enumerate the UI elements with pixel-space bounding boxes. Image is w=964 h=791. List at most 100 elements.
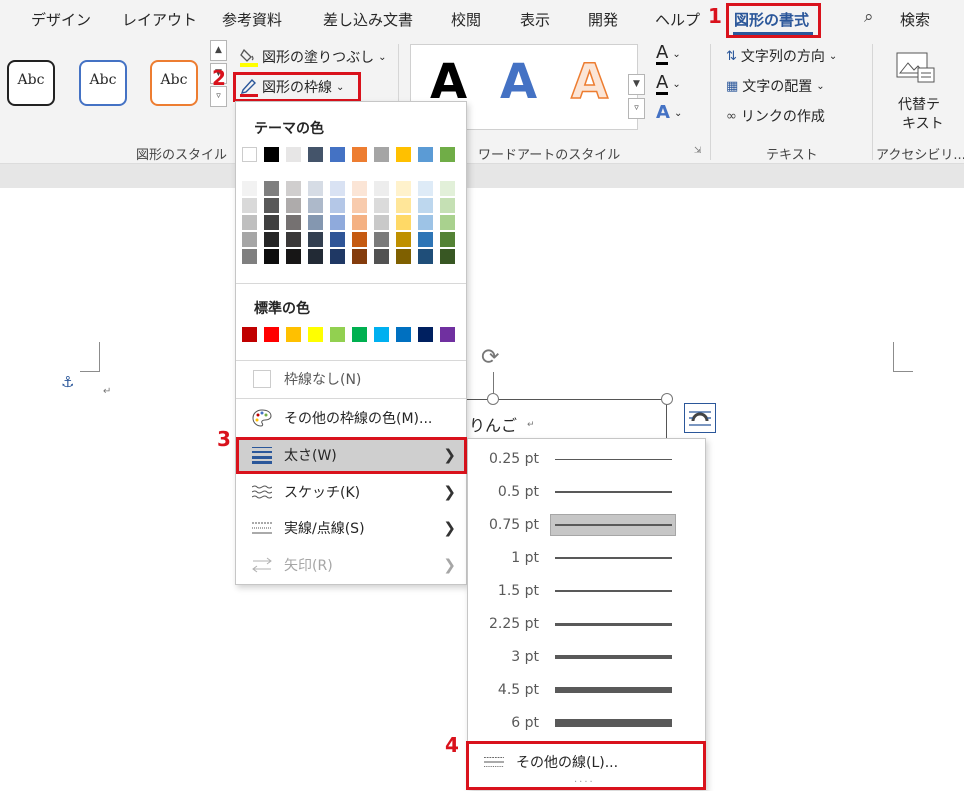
theme-shade-swatch[interactable]: [308, 181, 323, 196]
dialog-launcher-icon[interactable]: ⇲: [694, 146, 702, 156]
create-link-button[interactable]: ∞ リンクの作成: [726, 106, 825, 126]
text-direction-button[interactable]: ⇅ 文字列の方向 ⌄: [726, 46, 837, 66]
theme-shade-swatch[interactable]: [330, 181, 345, 196]
theme-shade-swatch[interactable]: [396, 249, 411, 264]
theme-shade-swatch[interactable]: [440, 215, 455, 230]
theme-shade-swatch[interactable]: [308, 215, 323, 230]
theme-shade-swatch[interactable]: [396, 181, 411, 196]
theme-shade-swatch[interactable]: [242, 249, 257, 264]
wordart-style-blue[interactable]: A: [500, 54, 537, 110]
standard-color-swatch[interactable]: [242, 327, 257, 342]
theme-shade-swatch[interactable]: [308, 232, 323, 247]
theme-shade-swatch[interactable]: [352, 232, 367, 247]
rotate-handle-icon[interactable]: ⟳: [481, 345, 499, 370]
shape-fill-button[interactable]: 図形の塗りつぶし ⌄: [240, 47, 387, 67]
alt-text-icon[interactable]: [896, 52, 936, 88]
tab-mailings[interactable]: 差し込み文書: [323, 9, 413, 30]
wordart-expand[interactable]: ▿: [628, 98, 645, 119]
standard-color-swatch[interactable]: [396, 327, 411, 342]
standard-color-swatch[interactable]: [308, 327, 323, 342]
theme-shade-swatch[interactable]: [440, 249, 455, 264]
theme-shade-swatch[interactable]: [242, 181, 257, 196]
theme-shade-swatch[interactable]: [286, 249, 301, 264]
theme-color-swatch[interactable]: [242, 147, 257, 162]
text-box-content[interactable]: りんご: [469, 412, 517, 436]
theme-shade-swatch[interactable]: [308, 198, 323, 213]
theme-shade-swatch[interactable]: [286, 198, 301, 213]
theme-color-swatch[interactable]: [286, 147, 301, 162]
tab-references[interactable]: 参考資料: [222, 9, 282, 30]
resize-handle[interactable]: [661, 393, 673, 405]
standard-color-swatch[interactable]: [374, 327, 389, 342]
wordart-scroll-down[interactable]: ▼: [628, 74, 645, 95]
shape-style-preset-2[interactable]: Abc: [79, 60, 127, 106]
theme-shade-swatch[interactable]: [418, 232, 433, 247]
layout-options-icon[interactable]: [684, 403, 716, 433]
text-effects-button[interactable]: A ⌄: [656, 104, 682, 122]
shape-style-preset-1[interactable]: Abc: [7, 60, 55, 106]
shape-outline-button[interactable]: 図形の枠線 ⌄: [240, 77, 344, 97]
theme-shade-swatch[interactable]: [352, 215, 367, 230]
weight-option[interactable]: 0.5 pt: [468, 476, 705, 509]
theme-shade-swatch[interactable]: [264, 249, 279, 264]
theme-shade-swatch[interactable]: [242, 232, 257, 247]
tab-design[interactable]: デザイン: [31, 9, 91, 30]
tab-layout[interactable]: レイアウト: [122, 9, 197, 30]
theme-shade-swatch[interactable]: [286, 215, 301, 230]
standard-color-swatch[interactable]: [330, 327, 345, 342]
search-label[interactable]: 検索: [900, 9, 930, 30]
theme-shade-swatch[interactable]: [440, 181, 455, 196]
wordart-style-orange[interactable]: A: [570, 53, 609, 111]
theme-shade-swatch[interactable]: [352, 198, 367, 213]
theme-color-swatch[interactable]: [440, 147, 455, 162]
sketch-item[interactable]: スケッチ(K) ❯: [236, 475, 466, 509]
theme-color-swatch[interactable]: [352, 147, 367, 162]
standard-color-swatch[interactable]: [440, 327, 455, 342]
theme-color-swatch[interactable]: [330, 147, 345, 162]
theme-shade-swatch[interactable]: [374, 232, 389, 247]
dashes-item[interactable]: 実線/点線(S) ❯: [236, 511, 466, 545]
weight-option[interactable]: 1.5 pt: [468, 575, 705, 608]
weight-option[interactable]: 2.25 pt: [468, 608, 705, 641]
theme-shade-swatch[interactable]: [242, 198, 257, 213]
weight-option[interactable]: 6 pt: [468, 707, 705, 740]
theme-shade-swatch[interactable]: [418, 198, 433, 213]
weight-option[interactable]: 0.25 pt: [468, 443, 705, 476]
theme-shade-swatch[interactable]: [396, 198, 411, 213]
search-icon[interactable]: ⌕: [864, 7, 874, 27]
tab-help[interactable]: ヘルプ: [655, 9, 700, 30]
weight-option[interactable]: 1 pt: [468, 542, 705, 575]
theme-shade-swatch[interactable]: [352, 181, 367, 196]
theme-shade-swatch[interactable]: [418, 249, 433, 264]
alt-text-label-1[interactable]: 代替テ: [898, 94, 940, 114]
gallery-scroll-up[interactable]: ▲: [210, 40, 227, 61]
theme-shade-swatch[interactable]: [440, 198, 455, 213]
theme-shade-swatch[interactable]: [374, 181, 389, 196]
resize-handle[interactable]: [487, 393, 499, 405]
theme-color-swatch[interactable]: [418, 147, 433, 162]
theme-shade-swatch[interactable]: [242, 215, 257, 230]
theme-shade-swatch[interactable]: [264, 181, 279, 196]
more-outline-colors-item[interactable]: その他の枠線の色(M)...: [236, 401, 466, 435]
tab-shape-format[interactable]: 図形の書式: [734, 9, 809, 30]
text-outline-button[interactable]: A ⌄: [656, 74, 681, 95]
theme-shade-swatch[interactable]: [374, 198, 389, 213]
text-fill-button[interactable]: A ⌄: [656, 44, 681, 65]
weight-option[interactable]: 4.5 pt: [468, 674, 705, 707]
alt-text-label-2[interactable]: キスト: [902, 113, 944, 133]
theme-shade-swatch[interactable]: [286, 181, 301, 196]
tab-view[interactable]: 表示: [520, 9, 550, 30]
standard-color-swatch[interactable]: [418, 327, 433, 342]
theme-shade-swatch[interactable]: [418, 215, 433, 230]
weight-option[interactable]: 0.75 pt: [468, 509, 705, 542]
theme-shade-swatch[interactable]: [352, 249, 367, 264]
theme-shade-swatch[interactable]: [308, 249, 323, 264]
theme-shade-swatch[interactable]: [330, 232, 345, 247]
standard-color-swatch[interactable]: [286, 327, 301, 342]
standard-color-swatch[interactable]: [352, 327, 367, 342]
tab-review[interactable]: 校閲: [451, 9, 481, 30]
theme-color-swatch[interactable]: [308, 147, 323, 162]
no-outline-item[interactable]: 枠線なし(N): [236, 362, 466, 396]
theme-shade-swatch[interactable]: [418, 181, 433, 196]
theme-shade-swatch[interactable]: [440, 232, 455, 247]
